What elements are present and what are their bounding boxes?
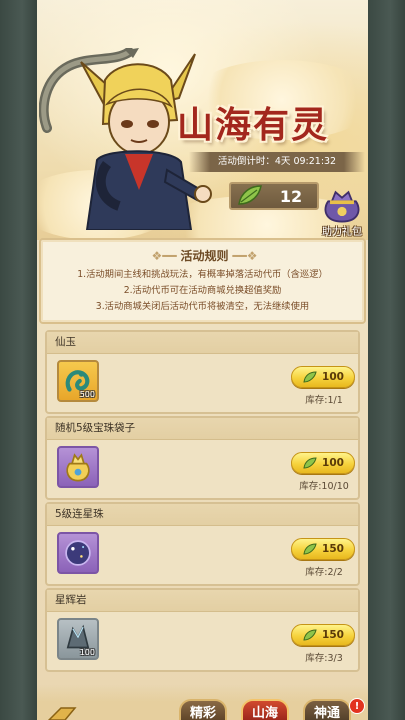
tab-shanhai[interactable]: 山海: [241, 699, 289, 720]
gift-pack-label: 助力礼包: [322, 227, 362, 238]
token-count: 12: [279, 186, 303, 206]
event-panel: 山海有灵 活动倒计时：4天 09:21:32 12 助力礼包 ❖━━ 活动规则 …: [37, 0, 368, 720]
star-orb-icon[interactable]: [57, 532, 99, 574]
rule-line: 3.活动商城关闭后活动代币将被清空，无法继续使用: [95, 301, 310, 312]
tab-shentong[interactable]: 神通: [303, 699, 351, 720]
back-arrow-icon[interactable]: [47, 706, 77, 720]
leaf-token-icon: [303, 629, 317, 641]
countdown-timer: 活动倒计时：4天 09:21:32: [189, 152, 365, 172]
leaf-token-icon: [238, 185, 262, 205]
item-quantity: 100: [79, 648, 95, 657]
item-name: 星辉岩: [47, 590, 358, 612]
ornament-icon: ━━❖: [228, 249, 258, 263]
item-name: 5级连星珠: [47, 504, 358, 526]
support-gift-pack[interactable]: 助力礼包: [317, 186, 367, 238]
gem-bag-icon[interactable]: [57, 446, 99, 488]
right-backdrop: [368, 0, 405, 720]
shop-item: 星辉岩 100 150 库存:3/3: [45, 588, 360, 672]
event-banner: 山海有灵 活动倒计时：4天 09:21:32 12 助力礼包: [37, 0, 368, 255]
shop-item: 5级连星珠 150 库存:2/2: [45, 502, 360, 586]
rule-line: 1.活动期间主线和挑战玩法，有概率掉落活动代币（含巡逻）: [77, 269, 328, 280]
item-stock: 库存:10/10: [299, 481, 349, 492]
item-name: 仙玉: [47, 332, 358, 354]
item-price: 100: [322, 457, 344, 469]
leaf-token-icon: [303, 457, 317, 469]
event-title: 山海有灵: [177, 104, 330, 146]
jade-dragon-icon[interactable]: 500: [57, 360, 99, 402]
item-stock: 库存:2/2: [305, 567, 343, 578]
shop-item: 仙玉 500 100 库存:1/1: [45, 330, 360, 414]
left-backdrop: [0, 0, 37, 720]
star-rock-icon[interactable]: 100: [57, 618, 99, 660]
notification-badge: !: [349, 698, 365, 714]
tab-featured[interactable]: 精彩: [179, 699, 227, 720]
item-stock: 库存:1/1: [305, 395, 343, 406]
item-stock: 库存:3/3: [305, 653, 343, 664]
buy-button[interactable]: 150: [291, 538, 355, 560]
rules-title: ❖━━ 活动规则 ━━❖: [151, 249, 258, 263]
leaf-token-icon: [303, 543, 317, 555]
leaf-token-icon: [303, 371, 317, 383]
buy-button[interactable]: 100: [291, 452, 355, 474]
item-name: 随机5级宝珠袋子: [47, 418, 358, 440]
buy-button[interactable]: 150: [291, 624, 355, 646]
item-price: 150: [322, 629, 344, 641]
token-counter: 12: [229, 182, 319, 210]
ornament-icon: ❖━━: [151, 249, 181, 263]
gift-bag-icon: [324, 190, 360, 223]
rule-line: 2.活动代币可在活动商城兑换超值奖励: [123, 285, 282, 296]
item-price: 150: [322, 543, 344, 555]
buy-button[interactable]: 100: [291, 366, 355, 388]
rules-panel: ❖━━ 活动规则 ━━❖ 1.活动期间主线和挑战玩法，有概率掉落活动代币（含巡逻…: [39, 238, 366, 324]
shop-item: 随机5级宝珠袋子 100 库存:10/10: [45, 416, 360, 500]
item-quantity: 500: [79, 390, 95, 399]
item-price: 100: [322, 371, 344, 383]
